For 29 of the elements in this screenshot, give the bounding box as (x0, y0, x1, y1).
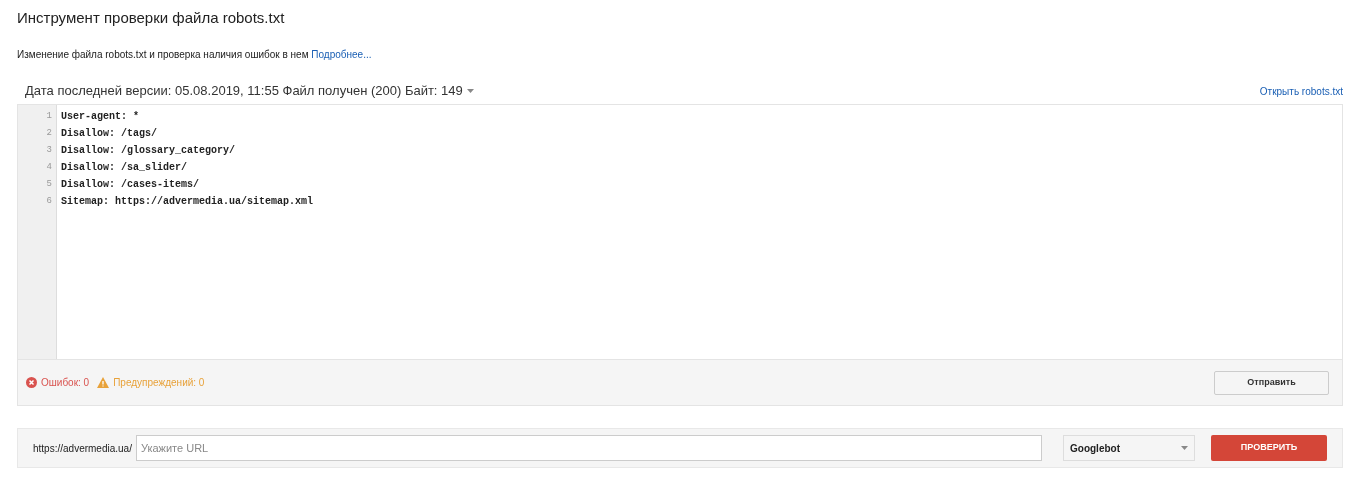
url-input[interactable]: Укажите URL (135, 435, 1042, 461)
check-button[interactable]: ПРОВЕРИТЬ (1211, 435, 1327, 461)
warning-count: Предупреждений: 0 (113, 376, 205, 390)
url-prefix: https://advermedia.ua/ (33, 441, 132, 456)
code-line: User-agent: * (60, 110, 140, 124)
error-count: Ошибок: 0 (41, 376, 90, 390)
code-line: Disallow: /glossary_category/ (60, 144, 237, 158)
line-number: 1 (45, 110, 52, 123)
caret-icon (1181, 446, 1188, 450)
description-text: Изменение файла robots.txt и проверка наличия ошибок в нем Подробнее... (17, 48, 373, 62)
line-number: 4 (45, 161, 52, 174)
code-editor[interactable]: 1 2 3 4 5 6 User-agent: * Disallow: /tags/ Disallow: /glossary_category/ Disallow: /sa_slider/ Disallow: /cases-items/ Sitemap: https://advermedia.ua/sitemap.xml (17, 104, 1343, 360)
code-line: Disallow: /sa_slider/ (60, 161, 189, 175)
code-line: Sitemap: https://advermedia.ua/sitemap.xml (60, 195, 315, 209)
code-line: Disallow: /cases-items/ (60, 178, 201, 192)
agent-select[interactable]: Googlebot (1063, 435, 1195, 461)
version-info: Дата последней версии: 05.08.2019, 11:55 Файл получен (200) Байт: 149 (25, 82, 463, 101)
caret-icon[interactable] (466, 89, 474, 93)
warning-icon (97, 377, 110, 388)
line-number: 2 (45, 127, 52, 140)
page-title: Инструмент проверки файла robots.txt (17, 8, 286, 28)
line-number: 3 (45, 144, 52, 157)
submit-button[interactable]: Отправить (1214, 370, 1329, 395)
error-icon (26, 377, 37, 388)
open-robots-link[interactable]: Открыть robots.txt (1259, 83, 1343, 99)
more-link[interactable]: Подробнее... (311, 49, 372, 60)
line-number: 6 (45, 195, 52, 208)
code-line: Disallow: /tags/ (60, 127, 158, 141)
line-number: 5 (45, 178, 52, 191)
